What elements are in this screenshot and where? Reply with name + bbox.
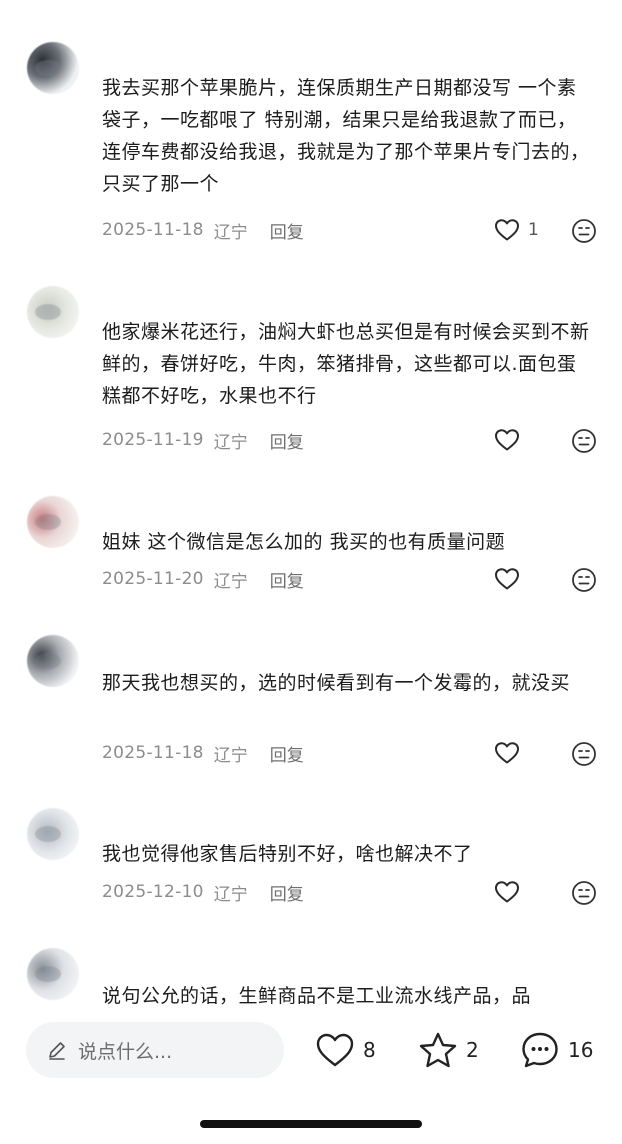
- heart-icon: [495, 742, 519, 764]
- comment-date: 2025-11-18: [102, 743, 204, 763]
- heart-icon: [495, 568, 519, 590]
- reply-button[interactable]: 回复: [270, 741, 304, 766]
- comment-location: 辽宁: [213, 571, 248, 592]
- bottom-action-bar: 说点什么... 8 2 16: [0, 1010, 622, 1144]
- comment-text: 我也觉得他家售后特别不好，啥也解决不了: [102, 843, 473, 865]
- comment-meta: 2025-12-10 辽宁 回复: [102, 877, 304, 907]
- comment-meta: 2025-11-20 辽宁 回复: [102, 564, 304, 594]
- reply-button[interactable]: 回复: [270, 567, 304, 592]
- avatar[interactable]: [27, 808, 79, 860]
- like-button[interactable]: [494, 564, 528, 594]
- like-post-button[interactable]: 8: [315, 1030, 376, 1070]
- emoji-face-icon[interactable]: [571, 428, 597, 454]
- avatar[interactable]: [27, 635, 79, 687]
- comment-location: 辽宁: [213, 745, 248, 766]
- comment-meta: 2025-11-18 辽宁 回复: [102, 738, 304, 768]
- emoji-face-icon[interactable]: [571, 218, 597, 244]
- favorite-button[interactable]: 2: [418, 1030, 479, 1070]
- comment-date: 2025-11-18: [102, 220, 204, 240]
- comment-location: 辽宁: [213, 222, 248, 243]
- home-indicator[interactable]: [200, 1120, 422, 1128]
- comment-meta: 2025-11-19 辽宁 回复: [102, 425, 304, 455]
- comment-meta: 2025-11-18 辽宁 回复: [102, 215, 304, 245]
- comment-text: 姐妹 这个微信是怎么加的 我买的也有质量问题: [102, 531, 506, 553]
- heart-icon: [316, 1033, 354, 1067]
- comment-input-placeholder: 说点什么...: [78, 1040, 173, 1063]
- comment-text: 那天我也想买的，选的时候看到有一个发霉的，就没买: [102, 672, 571, 694]
- comment-text: 我去买那个苹果脆片，连保质期生产日期都没写 一个素袋子，一吃都哏了 特别潮，结果…: [102, 77, 590, 195]
- avatar[interactable]: [27, 286, 79, 338]
- comment-count: 16: [568, 1038, 594, 1062]
- like-button[interactable]: [494, 738, 528, 768]
- comment-button[interactable]: 16: [520, 1030, 593, 1070]
- comment-date: 2025-11-19: [102, 430, 204, 450]
- post-like-count: 8: [363, 1038, 376, 1062]
- heart-icon: [495, 219, 519, 241]
- comment-input[interactable]: 说点什么...: [26, 1022, 284, 1078]
- avatar[interactable]: [27, 948, 79, 1000]
- comment-date: 2025-11-20: [102, 569, 204, 589]
- comment-screen: 我去买那个苹果脆片，连保质期生产日期都没写 一个素袋子，一吃都哏了 特别潮，结果…: [0, 0, 622, 1144]
- like-count: 1: [528, 220, 539, 240]
- comment-date: 2025-12-10: [102, 882, 204, 902]
- like-button[interactable]: 1: [494, 215, 539, 245]
- emoji-face-icon[interactable]: [571, 567, 597, 593]
- emoji-face-icon[interactable]: [571, 741, 597, 767]
- comment-text: 他家爆米花还行，油焖大虾也总买但是有时候会买到不新鲜的，春饼好吃，牛肉，笨猪排骨…: [102, 321, 590, 407]
- reply-button[interactable]: 回复: [270, 880, 304, 905]
- comment-location: 辽宁: [213, 432, 248, 453]
- comment-location: 辽宁: [213, 884, 248, 905]
- like-button[interactable]: [494, 425, 528, 455]
- speech-bubble-icon: [522, 1032, 558, 1068]
- avatar[interactable]: [27, 496, 79, 548]
- comment-text: 说句公允的话，生鲜商品不是工业流水线产品，品: [102, 985, 532, 1007]
- avatar[interactable]: [27, 42, 79, 94]
- pencil-icon: [49, 1042, 65, 1060]
- heart-icon: [495, 881, 519, 903]
- favorite-count: 2: [466, 1038, 479, 1062]
- heart-icon: [495, 429, 519, 451]
- reply-button[interactable]: 回复: [270, 218, 304, 243]
- like-button[interactable]: [494, 877, 528, 907]
- reply-button[interactable]: 回复: [270, 428, 304, 453]
- emoji-face-icon[interactable]: [571, 880, 597, 906]
- star-icon: [419, 1032, 457, 1068]
